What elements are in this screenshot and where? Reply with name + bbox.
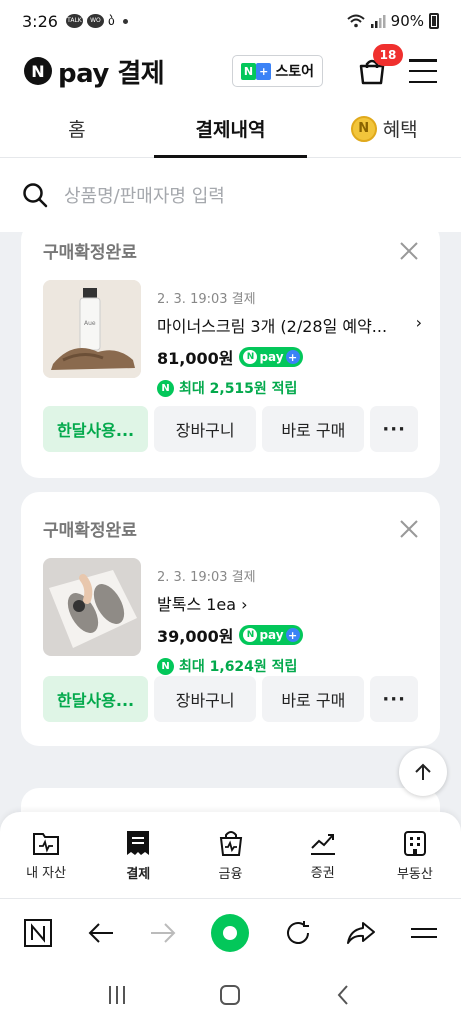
nav-item-finance[interactable]: 금융: [184, 812, 276, 898]
svg-text:Aue: Aue: [84, 320, 96, 327]
back-icon[interactable]: [333, 984, 355, 1006]
product-price: 81,000원: [157, 349, 234, 368]
product-thumbnail[interactable]: [43, 558, 141, 656]
npay-plus-badge: Npay +: [239, 347, 303, 367]
foot-mat-image: [43, 558, 141, 656]
green-dot-icon[interactable]: [210, 913, 250, 953]
npoint-icon: N: [157, 379, 174, 397]
close-icon[interactable]: [398, 518, 420, 540]
tab-home[interactable]: 홈: [0, 100, 154, 157]
refresh-icon[interactable]: [284, 919, 312, 947]
arrow-up-icon: [415, 763, 431, 780]
app-notification-icon: WO: [86, 14, 104, 28]
buy-now-button[interactable]: 바로 구매: [262, 676, 365, 722]
order-info[interactable]: 2. 3. 19:03 결제 발톡스 1ea › 39,000원 Npay + N…: [157, 566, 422, 676]
cart-button[interactable]: 18: [357, 44, 403, 86]
product-thumbnail[interactable]: Aue: [43, 280, 141, 378]
chevron-right-icon: ›: [241, 595, 248, 614]
product-price: 39,000원: [157, 627, 234, 646]
price-row: 81,000원 Npay +: [157, 345, 422, 369]
chevron-right-icon: ›: [415, 313, 422, 332]
nav-item-payment[interactable]: 결제: [92, 812, 184, 898]
store-n-icon: N: [240, 62, 257, 80]
point-text: 최대 2,515원 적립: [179, 381, 298, 397]
app-header: N pay 결제 N + 스토어 18: [0, 42, 461, 100]
order-status: 구매확정완료: [43, 243, 137, 263]
recent-apps-icon[interactable]: [106, 984, 128, 1006]
nav-item-stocks[interactable]: 증권: [277, 812, 369, 898]
forward-arrow-icon[interactable]: [149, 921, 177, 945]
more-options-button[interactable]: ···: [370, 406, 418, 452]
battery-icon: [429, 13, 439, 29]
status-time: 3:26: [22, 11, 58, 31]
order-status: 구매확정완료: [43, 521, 137, 541]
talk-notification-icon: TALK: [65, 14, 83, 28]
hamburger-menu-icon[interactable]: [409, 59, 437, 83]
cream-bottle-image: Aue: [43, 280, 141, 378]
nav-item-real-estate[interactable]: 부동산: [369, 812, 461, 898]
wifi-icon: [346, 14, 365, 28]
product-name[interactable]: 발톡스 1ea ›: [157, 591, 422, 615]
add-to-cart-button[interactable]: 장바구니: [154, 406, 257, 452]
signal-icon: [370, 15, 386, 28]
point-row: N 최대 2,515원 적립: [157, 378, 422, 398]
product-name[interactable]: 마이너스크림 3개 (2/28일 예약... ›: [157, 313, 422, 337]
more-options-button[interactable]: ···: [370, 676, 418, 722]
point-row: N 최대 1,624원 적립: [157, 656, 422, 676]
npay-plus-badge: Npay +: [239, 625, 303, 645]
home-icon[interactable]: [219, 984, 241, 1006]
back-arrow-icon[interactable]: [87, 921, 115, 945]
npay-logo-icon[interactable]: N: [24, 57, 52, 85]
coin-icon: N: [350, 115, 377, 142]
close-icon[interactable]: [398, 240, 420, 262]
order-info[interactable]: 2. 3. 19:03 결제 마이너스크림 3개 (2/28일 예약... › …: [157, 288, 422, 398]
more-notifications-icon: [122, 18, 128, 24]
building-icon: [403, 830, 426, 856]
order-actions: 한달사용... 장바구니 바로 구매 ···: [43, 676, 418, 722]
battery-text: 90%: [390, 12, 424, 30]
browser-toolbar: [0, 898, 461, 966]
tab-benefits[interactable]: N 혜택: [307, 100, 461, 157]
page-title: pay 결제: [58, 58, 165, 89]
share-icon[interactable]: [346, 920, 376, 946]
status-right: 90%: [346, 12, 439, 30]
sync-notification-icon: ბ: [107, 13, 115, 29]
order-card: 구매확정완료 Aue 2. 3. 19:03 결제 마이너스크림 3개 (2/2…: [21, 232, 440, 478]
order-date: 2. 3. 19:03 결제: [157, 292, 256, 307]
browser-menu-icon[interactable]: [410, 923, 438, 943]
point-text: 최대 1,624원 적립: [179, 659, 298, 675]
wallet-icon: [33, 832, 60, 855]
order-actions: 한달사용... 장바구니 바로 구매 ···: [43, 406, 418, 452]
naver-home-icon[interactable]: [23, 918, 53, 948]
receipt-icon: [127, 830, 150, 855]
nav-item-assets[interactable]: 내 자산: [0, 812, 92, 898]
store-plus-icon: +: [256, 62, 272, 80]
store-button[interactable]: N + 스토어: [231, 55, 323, 87]
search-icon: [23, 183, 48, 208]
chart-icon: [310, 833, 335, 855]
npoint-icon: N: [157, 657, 174, 675]
price-row: 39,000원 Npay +: [157, 623, 422, 647]
bottom-nav: 내 자산 결제 금융 증권 부동산: [0, 812, 461, 898]
buy-now-button[interactable]: 바로 구매: [262, 406, 365, 452]
order-list[interactable]: 구매확정완료 Aue 2. 3. 19:03 결제 마이너스크림 3개 (2/2…: [0, 232, 461, 812]
monthly-use-button[interactable]: 한달사용...: [43, 406, 149, 452]
bag-icon: [219, 830, 242, 856]
scroll-top-button[interactable]: [399, 748, 447, 796]
order-card: 구매확정완료 2. 3. 19:03 결제 발톡스 1ea › 39,000원 …: [21, 492, 440, 746]
search-input[interactable]: 상품명/판매자명 입력: [64, 182, 225, 208]
tab-bar: 홈 결제내역 N 혜택: [0, 100, 461, 158]
order-card: [21, 788, 440, 812]
add-to-cart-button[interactable]: 장바구니: [154, 676, 257, 722]
cart-count-badge: 18: [373, 44, 403, 66]
status-bar: 3:26 TALK WO ბ 90%: [0, 0, 461, 42]
tab-payment-history[interactable]: 결제내역: [153, 100, 308, 158]
monthly-use-button[interactable]: 한달사용...: [43, 676, 149, 722]
android-nav-bar: [0, 966, 461, 1024]
search-bar[interactable]: 상품명/판매자명 입력: [0, 158, 461, 232]
store-label: 스토어: [275, 64, 314, 80]
order-date: 2. 3. 19:03 결제: [157, 570, 256, 585]
